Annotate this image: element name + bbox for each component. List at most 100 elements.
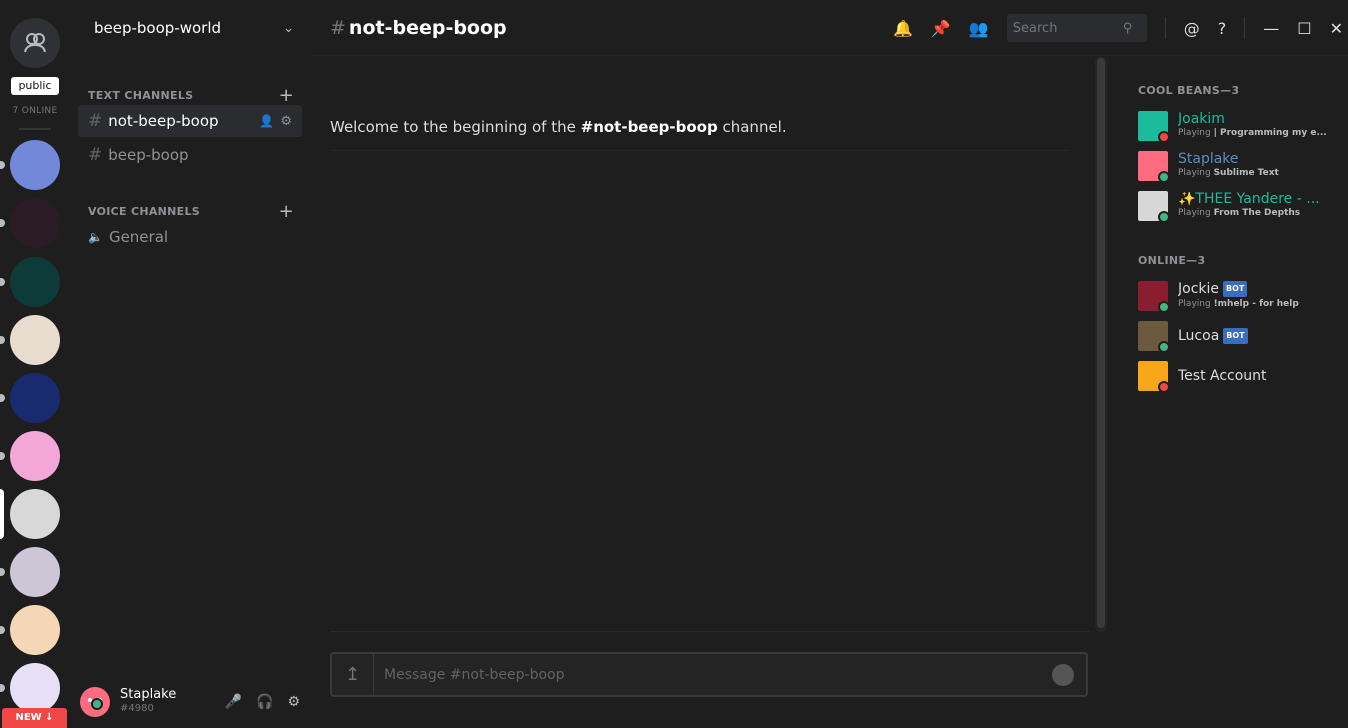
unread-indicator bbox=[0, 219, 5, 227]
text-channels-category[interactable]: TEXT CHANNELS + bbox=[88, 85, 294, 106]
status-indicator bbox=[1158, 341, 1170, 353]
friends-icon bbox=[24, 33, 46, 53]
divider bbox=[330, 631, 1090, 632]
guild-icon[interactable] bbox=[10, 373, 60, 423]
status-indicator bbox=[91, 698, 103, 710]
channel-label: General bbox=[108, 228, 169, 246]
status-indicator bbox=[1158, 131, 1170, 143]
member-section-header: ONLINE—3 bbox=[1138, 254, 1206, 267]
channel-sidebar: beep-boop-world ⌄ TEXT CHANNELS + # not-… bbox=[70, 0, 310, 728]
message-input[interactable] bbox=[374, 666, 1052, 683]
server-header[interactable]: beep-boop-world ⌄ bbox=[70, 0, 310, 56]
hash-icon: # bbox=[88, 145, 103, 165]
bell-icon[interactable]: 🔔 bbox=[893, 19, 913, 38]
activity-name: !mhelp - for help bbox=[1213, 299, 1299, 309]
scrollbar-thumb[interactable] bbox=[1097, 58, 1105, 628]
headphones-icon[interactable]: 🎧 bbox=[256, 694, 273, 710]
channel-label: not-beep-boop bbox=[108, 112, 219, 130]
new-unread-badge[interactable]: NEW ↓ bbox=[2, 708, 67, 728]
gear-icon[interactable]: ⚙ bbox=[287, 694, 300, 710]
microphone-icon[interactable]: 🎤 bbox=[225, 694, 242, 710]
channel-header: #not-beep-boop 🔔 📌 👥 ⚲ @ ? — ☐ ✕ bbox=[310, 0, 1348, 56]
member-list-icon[interactable]: 👥 bbox=[969, 19, 989, 38]
guild-icon[interactable] bbox=[10, 198, 60, 248]
unread-indicator bbox=[0, 568, 5, 576]
close-icon[interactable]: ✕ bbox=[1330, 19, 1343, 38]
help-icon[interactable]: ? bbox=[1218, 19, 1227, 38]
member-item[interactable]: Jockie BOT Playing !mhelp - for help bbox=[1138, 278, 1328, 314]
user-discriminator: #4980 bbox=[120, 703, 154, 714]
scrollbar[interactable] bbox=[1095, 56, 1107, 632]
channel-not-beep-boop[interactable]: # not-beep-boop 👤 ⚙ bbox=[78, 105, 302, 137]
guild-icon[interactable] bbox=[10, 140, 60, 190]
member-name-text: Jockie bbox=[1178, 281, 1220, 297]
guild-icon[interactable] bbox=[10, 315, 60, 365]
hash-icon: # bbox=[330, 16, 346, 39]
search-input[interactable] bbox=[1012, 20, 1123, 36]
add-channel-icon[interactable]: + bbox=[279, 201, 294, 222]
status-indicator bbox=[1158, 301, 1170, 313]
welcome-suffix: channel. bbox=[717, 118, 787, 136]
pin-icon[interactable]: 📌 bbox=[931, 19, 951, 38]
server-name: beep-boop-world bbox=[94, 19, 222, 37]
invite-icon[interactable]: 👤 bbox=[259, 114, 274, 129]
avatar bbox=[1138, 361, 1170, 393]
guild-icon[interactable] bbox=[10, 663, 60, 713]
unread-indicator bbox=[0, 161, 5, 169]
selected-indicator bbox=[0, 489, 4, 539]
status-indicator bbox=[1158, 211, 1170, 223]
voice-channels-category[interactable]: VOICE CHANNELS + bbox=[88, 201, 294, 222]
voice-channel-general[interactable]: 🔈 General bbox=[78, 221, 302, 253]
online-count: 7 ONLINE bbox=[12, 106, 58, 116]
guild-icon[interactable] bbox=[10, 547, 60, 597]
member-item[interactable]: ✨THEE Yandere - ... Playing From The Dept… bbox=[1138, 188, 1328, 224]
category-label: TEXT CHANNELS bbox=[88, 89, 194, 102]
upload-icon[interactable]: ↥ bbox=[332, 654, 374, 695]
guild-separator bbox=[19, 128, 51, 130]
avatar bbox=[1138, 111, 1170, 143]
member-name: Staplake bbox=[1178, 152, 1279, 166]
guild-icon[interactable] bbox=[10, 431, 60, 481]
member-list: COOL BEANS—3 Joakim Playing | Programming… bbox=[1110, 56, 1348, 728]
guild-icon[interactable] bbox=[10, 257, 60, 307]
maximize-icon[interactable]: ☐ bbox=[1297, 19, 1311, 38]
search-box[interactable]: ⚲ bbox=[1006, 14, 1147, 42]
status-indicator bbox=[1158, 381, 1170, 393]
member-activity: Playing !mhelp - for help bbox=[1178, 297, 1299, 311]
member-activity: Playing Sublime Text bbox=[1178, 166, 1279, 180]
member-name-text: Test Account bbox=[1178, 369, 1267, 383]
member-activity: Playing From The Depths bbox=[1178, 206, 1320, 220]
divider bbox=[1164, 17, 1166, 39]
member-name: Lucoa BOT bbox=[1178, 328, 1248, 344]
mention-icon[interactable]: @ bbox=[1184, 19, 1200, 38]
member-item[interactable]: Staplake Playing Sublime Text bbox=[1138, 148, 1328, 184]
welcome-prefix: Welcome to the beginning of the bbox=[330, 118, 581, 136]
user-panel: Staplake #4980 🎤 🎧 ⚙ bbox=[70, 676, 310, 728]
guild-icon[interactable] bbox=[10, 489, 60, 539]
member-item[interactable]: Test Account bbox=[1138, 358, 1328, 394]
welcome-channel: #not-beep-boop bbox=[580, 118, 718, 136]
minimize-icon[interactable]: — bbox=[1263, 19, 1279, 38]
public-badge: public bbox=[11, 77, 59, 95]
member-name: Test Account bbox=[1178, 369, 1267, 383]
add-channel-icon[interactable]: + bbox=[279, 85, 294, 106]
emoji-icon[interactable] bbox=[1052, 663, 1074, 686]
gear-icon[interactable]: ⚙ bbox=[280, 114, 292, 129]
unread-indicator bbox=[0, 394, 5, 402]
activity-prefix: Playing bbox=[1178, 208, 1214, 218]
divider bbox=[330, 150, 1070, 151]
channel-name: not-beep-boop bbox=[348, 16, 507, 39]
username: Staplake bbox=[120, 687, 177, 702]
divider bbox=[1244, 17, 1246, 39]
guild-icon[interactable] bbox=[10, 605, 60, 655]
channel-beep-boop[interactable]: # beep-boop bbox=[78, 139, 302, 171]
member-item[interactable]: Lucoa BOT bbox=[1138, 318, 1328, 354]
unread-indicator bbox=[0, 336, 5, 344]
status-indicator bbox=[1158, 171, 1170, 183]
bot-badge: BOT bbox=[1223, 328, 1248, 344]
friends-home-button[interactable] bbox=[10, 18, 60, 68]
chevron-down-icon: ⌄ bbox=[283, 20, 294, 36]
member-name: Joakim bbox=[1178, 112, 1327, 126]
chat-area: #not-beep-boop 🔔 📌 👥 ⚲ @ ? — ☐ ✕ bbox=[310, 0, 1348, 728]
member-item[interactable]: Joakim Playing | Programming my e... bbox=[1138, 108, 1328, 144]
